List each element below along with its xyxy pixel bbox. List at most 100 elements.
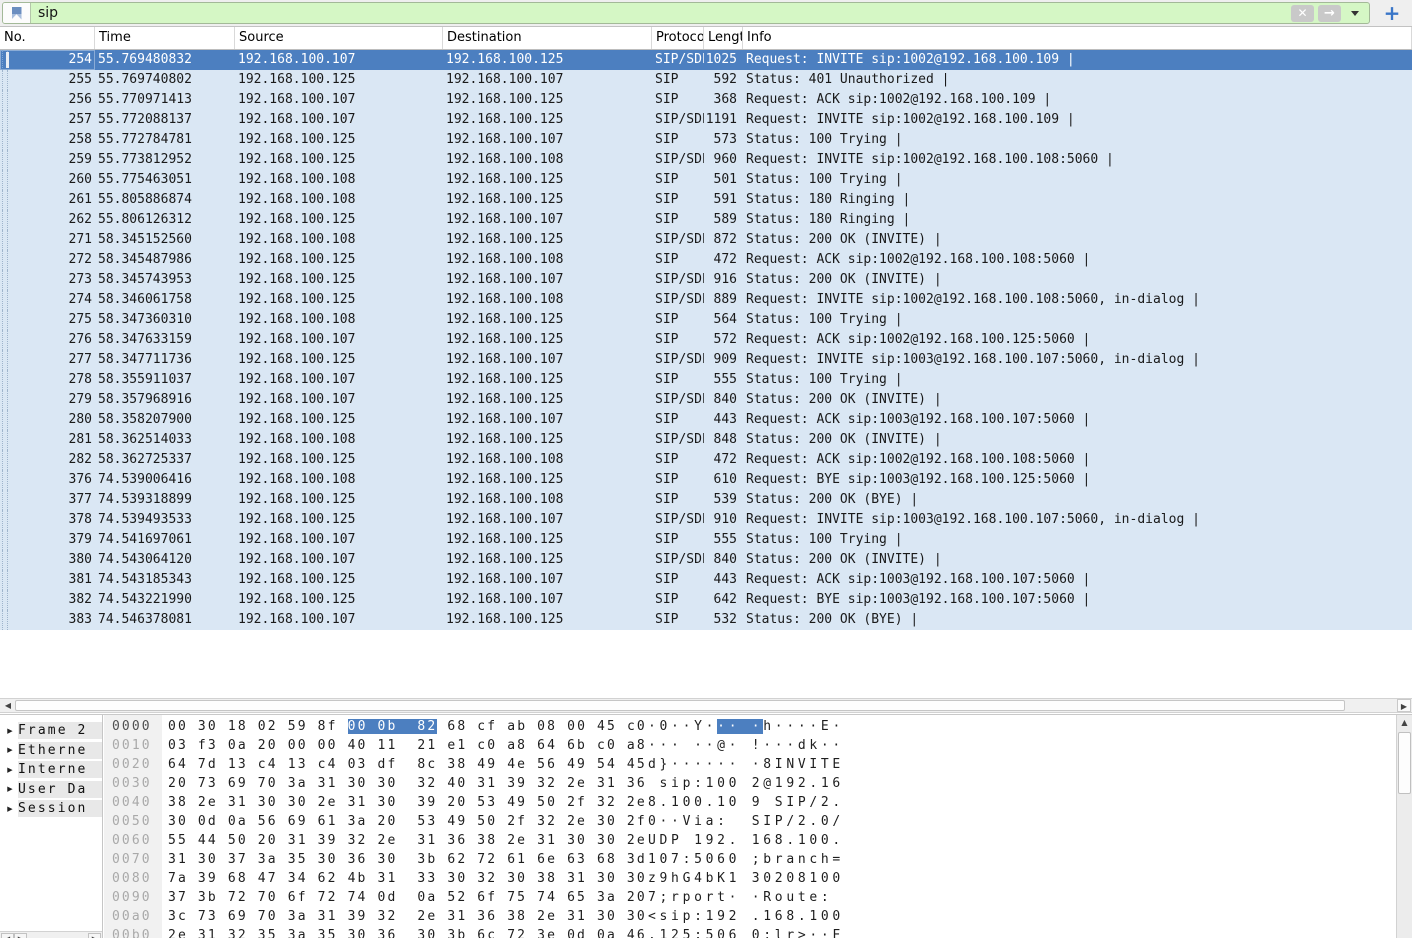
cell-no: 273 <box>0 270 95 290</box>
hex-row: 007031 30 37 3a 35 30 36 30 3b 62 72 61 … <box>104 850 1396 869</box>
cell-no: 259 <box>0 150 95 170</box>
filter-query-text[interactable]: sip <box>31 3 1291 23</box>
hex-ascii[interactable]: .125:506 0;lr>··F <box>648 926 844 938</box>
related-packet-indicator <box>7 330 8 350</box>
packet-row[interactable]: 37974.541697061192.168.100.107192.168.10… <box>0 530 1412 550</box>
hex-bytes[interactable]: 2e 31 32 35 3a 35 30 36 30 3b 6c 72 3e 0… <box>168 926 647 938</box>
hex-ascii[interactable]: ··· ··@· !···dk·· <box>648 736 844 755</box>
hex-bytes[interactable]: 31 30 37 3a 35 30 36 30 3b 62 72 61 6e 6… <box>168 850 647 869</box>
vscrollbar-thumb[interactable] <box>1398 732 1411 794</box>
hex-ascii[interactable]: 0··Via: SIP/2.0/ <box>648 812 844 831</box>
hex-ascii[interactable]: sip:100 2@192.16 <box>648 774 844 793</box>
packet-row[interactable]: 27258.345487986192.168.100.125192.168.10… <box>0 250 1412 270</box>
filter-bookmark-button[interactable] <box>3 3 31 23</box>
scroll-left-icon[interactable]: ◀ <box>1 933 14 938</box>
packet-row[interactable]: 25755.772088137192.168.100.107192.168.10… <box>0 110 1412 130</box>
column-header-time[interactable]: Time <box>95 27 235 49</box>
packet-row[interactable]: 27858.355911037192.168.100.107192.168.10… <box>0 370 1412 390</box>
hex-bytes[interactable]: 55 44 50 20 31 39 32 2e 31 36 38 2e 31 3… <box>168 831 647 850</box>
column-header-protocol[interactable]: Protocol <box>652 27 704 49</box>
hscrollbar-thumb[interactable] <box>15 700 1345 711</box>
hex-bytes[interactable]: 03 f3 0a 20 00 00 40 11 21 e1 c0 a8 64 6… <box>168 736 647 755</box>
packet-row[interactable]: 27458.346061758192.168.100.125192.168.10… <box>0 290 1412 310</box>
packet-row[interactable]: 38174.543185343192.168.100.125192.168.10… <box>0 570 1412 590</box>
packet-row[interactable]: 25655.770971413192.168.100.107192.168.10… <box>0 90 1412 110</box>
hex-bytes[interactable]: 38 2e 31 30 30 2e 31 30 39 20 53 49 50 2… <box>168 793 647 812</box>
packet-row[interactable]: 28058.358207900192.168.100.125192.168.10… <box>0 410 1412 430</box>
packet-row[interactable]: 26155.805886874192.168.100.108192.168.10… <box>0 190 1412 210</box>
packet-row[interactable]: 27958.357968916192.168.100.107192.168.10… <box>0 390 1412 410</box>
column-header-destination[interactable]: Destination <box>443 27 652 49</box>
filter-dropdown-icon[interactable] <box>1351 11 1359 16</box>
hex-bytes[interactable]: 64 7d 13 c4 13 c4 03 df 8c 38 49 4e 56 4… <box>168 755 647 774</box>
packet-row[interactable]: 28158.362514033192.168.100.108192.168.10… <box>0 430 1412 450</box>
packet-row[interactable]: 38074.543064120192.168.100.107192.168.10… <box>0 550 1412 570</box>
packet-row[interactable]: 38274.543221990192.168.100.125192.168.10… <box>0 590 1412 610</box>
packet-list-hscrollbar[interactable]: ◀ ▶ <box>0 698 1412 713</box>
bytes-vscrollbar[interactable]: ▲ <box>1396 715 1412 938</box>
tree-item[interactable]: ▶Etherne <box>0 741 102 760</box>
tree-item-label: Interne <box>18 761 102 778</box>
expand-icon[interactable]: ▶ <box>0 805 18 813</box>
packet-row[interactable]: 27558.347360310192.168.100.108192.168.10… <box>0 310 1412 330</box>
packet-row[interactable]: 27358.345743953192.168.100.125192.168.10… <box>0 270 1412 290</box>
hex-ascii[interactable]: UDP 192. 168.100. <box>648 831 844 850</box>
packet-row[interactable]: 26255.806126312192.168.100.125192.168.10… <box>0 210 1412 230</box>
hex-ascii[interactable]: d}······ ·8INVITE <box>648 755 844 774</box>
scroll-right-icon[interactable]: ▶ <box>14 933 27 938</box>
hex-bytes[interactable]: 3c 73 69 70 3a 31 39 32 2e 31 36 38 2e 3… <box>168 907 647 926</box>
cell-info: Request: ACK sip:1002@192.168.100.108:50… <box>743 250 1412 270</box>
hex-ascii[interactable]: <sip:192 .168.100 <box>648 907 844 926</box>
filter-apply-button[interactable]: → <box>1318 5 1341 22</box>
hex-offset: 00a0 <box>112 907 152 926</box>
hex-bytes[interactable]: 20 73 69 70 3a 31 30 30 32 40 31 39 32 2… <box>168 774 647 793</box>
hex-bytes[interactable]: 30 0d 0a 56 69 61 3a 20 53 49 50 2f 32 2… <box>168 812 647 831</box>
column-header-info[interactable]: Info <box>743 27 1412 49</box>
filter-clear-button[interactable]: ✕ <box>1291 5 1314 22</box>
packet-row[interactable]: 37774.539318899192.168.100.125192.168.10… <box>0 490 1412 510</box>
add-filter-button[interactable]: + <box>1380 1 1404 25</box>
tree-item-label: Etherne <box>18 742 102 759</box>
hex-bytes[interactable]: 7a 39 68 47 34 62 4b 31 33 30 32 30 38 3… <box>168 869 647 888</box>
cell-protocol: SIP <box>652 330 704 350</box>
scroll-up-icon[interactable]: ▲ <box>1398 716 1411 730</box>
details-hscrollbar[interactable]: ◀ ▶ ▶ <box>0 931 102 938</box>
hex-ascii[interactable]: ·0··Y··· ·h····E· <box>648 717 844 736</box>
packet-row[interactable]: 27158.345152560192.168.100.108192.168.10… <box>0 230 1412 250</box>
hex-ascii[interactable]: z9hG4bK1 30208100 <box>648 869 844 888</box>
packet-row[interactable]: 38374.546378081192.168.100.107192.168.10… <box>0 610 1412 630</box>
expand-icon[interactable]: ▶ <box>0 766 18 774</box>
scroll-left-icon[interactable]: ◀ <box>1 699 15 712</box>
scroll-right-icon[interactable]: ▶ <box>1397 699 1411 712</box>
expand-icon[interactable]: ▶ <box>0 785 18 793</box>
tree-item[interactable]: ▶Session <box>0 799 102 818</box>
packet-row[interactable]: 25455.769480832192.168.100.107192.168.10… <box>0 50 1412 70</box>
packet-row[interactable]: 37874.539493533192.168.100.125192.168.10… <box>0 510 1412 530</box>
column-header-length[interactable]: Length <box>704 27 743 49</box>
hex-ascii[interactable]: 8.100.10 9 SIP/2. <box>648 793 844 812</box>
hex-bytes[interactable]: 00 30 18 02 59 8f 00 0b 82 68 cf ab 08 0… <box>168 717 647 736</box>
hex-ascii[interactable]: 107:5060 ;branch= <box>648 850 844 869</box>
tree-item[interactable]: ▶Frame 2 <box>0 721 102 740</box>
packet-row[interactable]: 25955.773812952192.168.100.125192.168.10… <box>0 150 1412 170</box>
packet-row[interactable]: 25855.772784781192.168.100.125192.168.10… <box>0 130 1412 150</box>
expand-icon[interactable]: ▶ <box>0 746 18 754</box>
packet-row[interactable]: 37674.539006416192.168.100.108192.168.10… <box>0 470 1412 490</box>
related-packet-indicator <box>2 90 3 110</box>
hex-bytes[interactable]: 37 3b 72 70 6f 72 74 0d 0a 52 6f 75 74 6… <box>168 888 647 907</box>
packet-row[interactable]: 26055.775463051192.168.100.108192.168.10… <box>0 170 1412 190</box>
hex-ascii[interactable]: 7;rport· ·Route: <box>648 888 844 907</box>
column-header-no[interactable]: No. <box>0 27 95 49</box>
column-header-source[interactable]: Source <box>235 27 443 49</box>
cell-info: Request: INVITE sip:1002@192.168.100.108… <box>743 150 1412 170</box>
tree-item[interactable]: ▶Interne <box>0 760 102 779</box>
scroll-right-icon[interactable]: ▶ <box>88 933 101 938</box>
cell-source: 192.168.100.125 <box>235 130 443 150</box>
packet-row[interactable]: 27758.347711736192.168.100.125192.168.10… <box>0 350 1412 370</box>
expand-icon[interactable]: ▶ <box>0 727 18 735</box>
tree-item[interactable]: ▶User Da <box>0 780 102 799</box>
packet-row[interactable]: 28258.362725337192.168.100.125192.168.10… <box>0 450 1412 470</box>
packet-row[interactable]: 27658.347633159192.168.100.107192.168.10… <box>0 330 1412 350</box>
packet-row[interactable]: 25555.769740802192.168.100.125192.168.10… <box>0 70 1412 90</box>
display-filter-input[interactable]: sip ✕ → <box>2 2 1370 24</box>
